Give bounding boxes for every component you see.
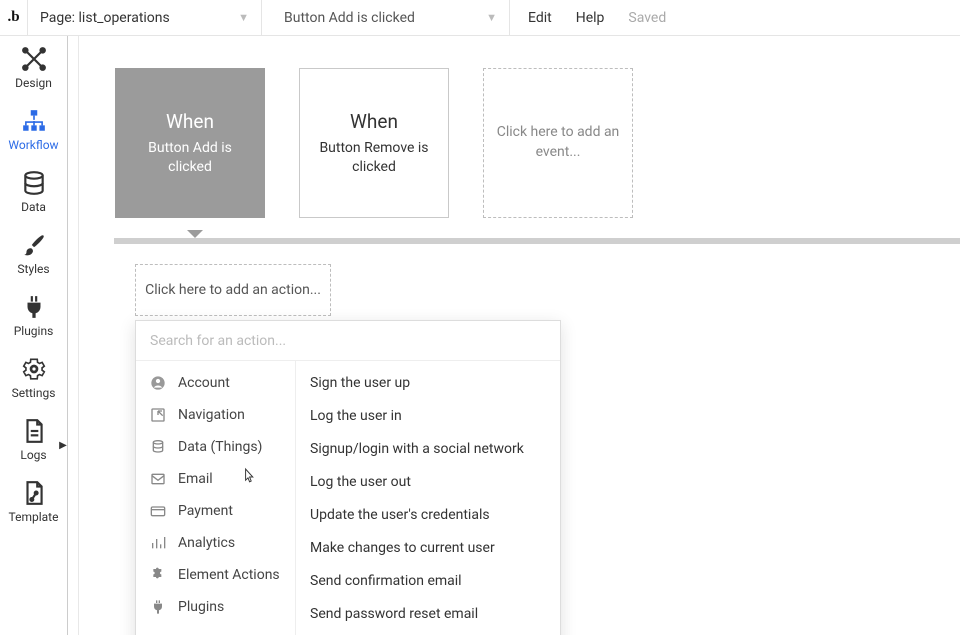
email-icon [150, 471, 166, 487]
sidebar-item-data[interactable]: Data [0, 160, 67, 222]
sidebar-item-label: Data [21, 200, 46, 214]
action-send-confirmation[interactable]: Send confirmation email [296, 565, 560, 598]
category-element-actions[interactable]: Element Actions [136, 559, 295, 591]
sidebar-collapse-toggle[interactable]: ▶ [58, 440, 68, 450]
database-icon [150, 439, 166, 455]
category-label: Data (Things) [178, 439, 262, 455]
plug-icon [21, 294, 47, 320]
category-analytics[interactable]: Analytics [136, 527, 295, 559]
navigation-icon [150, 407, 166, 423]
database-icon [21, 170, 47, 196]
category-navigation[interactable]: Navigation [136, 399, 295, 431]
plug-icon [150, 599, 166, 615]
sidebar-item-plugins[interactable]: Plugins [0, 284, 67, 346]
category-label: Email [178, 471, 213, 487]
sidebar-item-label: Workflow [8, 138, 58, 152]
menu-saved: Saved [628, 10, 666, 26]
action-log-user-in[interactable]: Log the user in [296, 400, 560, 433]
chevron-down-icon: ▼ [238, 11, 249, 24]
selected-event-pointer-icon [187, 230, 203, 238]
sidebar-item-label: Plugins [14, 324, 54, 338]
category-label: Payment [178, 503, 233, 519]
action-log-user-out[interactable]: Log the user out [296, 466, 560, 499]
action-sign-user-up[interactable]: Sign the user up [296, 367, 560, 400]
sidebar-item-label: Template [9, 510, 59, 524]
actions-area: Click here to add an action... Account [135, 264, 960, 316]
action-change-current-user[interactable]: Make changes to current user [296, 532, 560, 565]
category-payment[interactable]: Payment [136, 495, 295, 527]
page-selector-label: Page: list_operations [40, 10, 170, 26]
sidebar-item-styles[interactable]: Styles [0, 222, 67, 284]
category-label: Account [178, 375, 230, 391]
add-event-label: Click here to add an event... [494, 123, 622, 162]
menu-help[interactable]: Help [576, 10, 605, 26]
event-when-label: When [166, 110, 214, 133]
main: Design Workflow Data [0, 36, 960, 635]
event-description: Button Remove is clicked [310, 139, 438, 175]
events-row: When Button Add is clicked When Button R… [115, 68, 960, 218]
topbar: .b Page: list_operations ▼ Button Add is… [0, 0, 960, 36]
category-email[interactable]: Email [136, 463, 295, 495]
sidebar-item-label: Logs [20, 448, 46, 462]
gear-icon [21, 356, 47, 382]
app-logo: .b [0, 0, 28, 36]
brush-icon [21, 232, 47, 258]
event-selector-label: Button Add is clicked [284, 10, 415, 26]
sidebar-item-template[interactable]: Template [0, 470, 67, 532]
category-label: Analytics [178, 535, 235, 551]
action-category-list: Account Navigation [136, 361, 296, 635]
action-list: Sign the user up Log the user in Signup/… [296, 361, 560, 635]
sidebar: Design Workflow Data [0, 36, 68, 635]
add-action-label: Click here to add an action... [145, 282, 321, 298]
sidebar-item-workflow[interactable]: Workflow [0, 98, 67, 160]
action-send-password-reset[interactable]: Send password reset email [296, 598, 560, 631]
page-selector[interactable]: Page: list_operations ▼ [28, 0, 262, 36]
workflow-icon [21, 108, 47, 134]
event-when-label: When [350, 110, 398, 133]
sidebar-item-label: Styles [17, 262, 49, 276]
workflow-canvas: When Button Add is clicked When Button R… [68, 36, 960, 635]
menu-edit[interactable]: Edit [528, 10, 552, 26]
event-description: Button Add is clicked [126, 139, 254, 175]
sidebar-item-label: Settings [12, 386, 56, 400]
add-action-button[interactable]: Click here to add an action... [135, 264, 331, 316]
pointer-cursor-icon [240, 467, 256, 487]
category-data[interactable]: Data (Things) [136, 431, 295, 463]
category-account[interactable]: Account [136, 367, 295, 399]
event-selector[interactable]: Button Add is clicked ▼ [262, 0, 510, 36]
analytics-icon [150, 535, 166, 551]
category-label: Element Actions [178, 567, 280, 583]
event-card-button-add[interactable]: When Button Add is clicked [115, 68, 265, 218]
action-send-magic-link[interactable]: Send magic login link [296, 631, 560, 635]
add-event-card[interactable]: Click here to add an event... [483, 68, 633, 218]
action-popup: Account Navigation [135, 320, 561, 635]
sidebar-item-logs[interactable]: Logs [0, 408, 67, 470]
payment-icon [150, 503, 166, 519]
action-search-input[interactable] [136, 321, 560, 361]
chevron-down-icon: ▼ [486, 11, 497, 24]
top-menu: Edit Help Saved [510, 10, 666, 26]
sidebar-item-label: Design [15, 76, 52, 90]
action-signup-social[interactable]: Signup/login with a social network [296, 433, 560, 466]
account-icon [150, 375, 166, 391]
design-icon [21, 46, 47, 72]
sidebar-item-settings[interactable]: Settings [0, 346, 67, 408]
file-icon [21, 418, 47, 444]
template-icon [21, 480, 47, 506]
action-update-credentials[interactable]: Update the user's credentials [296, 499, 560, 532]
sidebar-item-design[interactable]: Design [0, 36, 67, 98]
event-card-button-remove[interactable]: When Button Remove is clicked [299, 68, 449, 218]
category-label: Plugins [178, 599, 224, 615]
puzzle-icon [150, 567, 166, 583]
category-label: Navigation [178, 407, 245, 423]
category-plugins[interactable]: Plugins [136, 591, 295, 623]
events-divider [114, 238, 960, 244]
